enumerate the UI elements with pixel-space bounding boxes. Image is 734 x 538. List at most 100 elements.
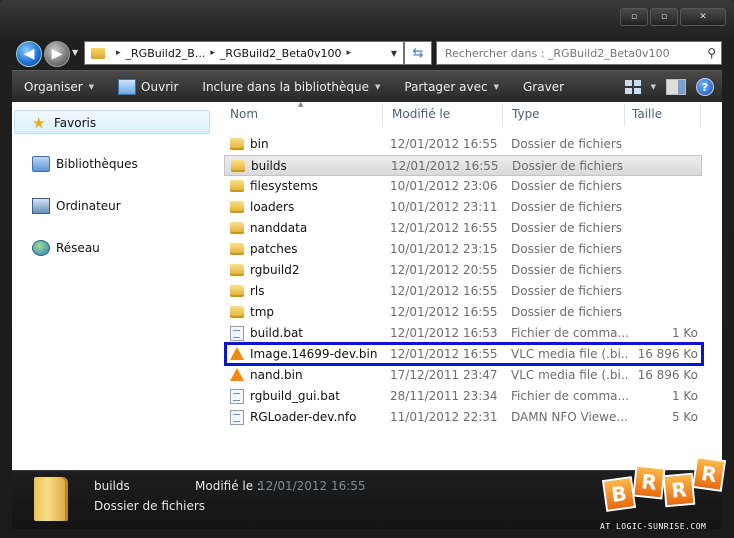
column-divider[interactable] [624, 104, 625, 126]
file-modified: 12/01/2012 16:53 [390, 326, 498, 340]
minimize-button[interactable]: ▫ [620, 8, 648, 26]
star-icon: ★ [32, 114, 46, 132]
file-size: 1 Ko [671, 326, 698, 340]
address-bar[interactable]: ▸ _RGBuild2_B... ▸ _RGBuild2_Beta0v100 ▸… [84, 41, 404, 65]
file-name: rgbuild2 [250, 263, 300, 277]
maximize-button[interactable]: ▫ [650, 8, 678, 26]
file-name: tmp [250, 305, 275, 319]
change-view-icon[interactable] [624, 80, 641, 94]
forward-arrow-icon: ▶ [51, 46, 63, 62]
column-header-name[interactable]: Nom [230, 107, 258, 121]
file-type: Dossier de fichiers [511, 179, 623, 193]
file-modified: 10/01/2012 23:06 [390, 179, 498, 193]
organiser-button[interactable]: Organiser ▼ [12, 71, 106, 103]
file-row[interactable]: RGLoader-dev.nfo 11/01/2012 22:31 DAMN NFO… [224, 407, 702, 428]
open-icon [118, 79, 137, 95]
file-row[interactable]: nand.bin 17/12/2011 23:47 VLC media file (… [224, 365, 702, 386]
column-header-modified[interactable]: Modifié le [392, 107, 450, 121]
file-row[interactable]: loaders 10/01/2012 23:11 Dossier de fichie… [224, 197, 702, 218]
file-name: filesystems [250, 179, 318, 193]
chevron-down-icon: ▼ [374, 83, 381, 91]
sidebar-item-bibliotheques[interactable]: Bibliothèques [32, 156, 138, 172]
folder-icon [34, 477, 68, 521]
folder-icon [230, 243, 244, 255]
folder-icon [230, 264, 244, 276]
ouvrir-label: Ouvrir [141, 80, 179, 94]
command-bar: Organiser ▼ Ouvrir Inclure dans la bibli… [12, 70, 722, 103]
sort-ascending-icon: ▲ [298, 100, 304, 108]
chevron-down-icon: ▼ [88, 83, 95, 91]
explorer-window: ▫ ▫ ✕ ◀ ▶ ▼ ▸ _RGBuild2_B... ▸ _RGBuild2… [0, 0, 734, 538]
column-header-type[interactable]: Type [512, 107, 540, 121]
file-type: VLC media file (.bi... [511, 368, 629, 382]
breadcrumb-separator-icon[interactable]: ▸ [347, 48, 352, 58]
file-name: build.bat [250, 326, 303, 340]
search-icon[interactable]: ⚲ [707, 46, 716, 60]
inclure-button[interactable]: Inclure dans la bibliothèque ▼ [190, 71, 392, 103]
folder-icon [230, 138, 244, 150]
file-row[interactable]: tmp 12/01/2012 16:55 Dossier de fichiers [224, 302, 702, 323]
file-row[interactable]: builds 12/01/2012 16:55 Dossier de fichier… [224, 155, 702, 176]
breadcrumb-item[interactable]: _RGBuild2_B... [126, 47, 206, 60]
partager-button[interactable]: Partager avec ▼ [392, 71, 511, 103]
column-divider[interactable] [502, 104, 503, 126]
details-type: Dossier de fichiers [94, 499, 206, 513]
file-row[interactable]: rgbuild_gui.bat 28/11/2011 23:34 Fichier d… [224, 386, 702, 407]
file-modified: 10/01/2012 23:15 [390, 242, 498, 256]
search-input[interactable] [443, 45, 697, 61]
chevron-down-icon[interactable]: ▼ [651, 83, 656, 91]
refresh-button[interactable]: ⇆ [404, 41, 432, 65]
breadcrumb-item[interactable]: _RGBuild2_Beta0v100 [220, 47, 342, 60]
details-name: builds [94, 479, 130, 493]
file-type: Dossier de fichiers [511, 242, 623, 256]
network-icon [32, 240, 50, 256]
logo-tile: R [662, 472, 696, 508]
file-row[interactable]: rls 12/01/2012 16:55 Dossier de fichiers [224, 281, 702, 302]
file-row[interactable]: filesystems 10/01/2012 23:06 Dossier de fi… [224, 176, 702, 197]
computer-icon [32, 198, 50, 214]
file-type: Dossier de fichiers [511, 284, 623, 298]
sidebar-item-label: Réseau [56, 241, 100, 255]
navigation-pane: ★ Favoris Bibliothèques Ordinateur Résea… [12, 102, 211, 470]
sidebar-item-favoris[interactable]: ★ Favoris [32, 114, 96, 132]
file-type: Dossier de fichiers [511, 200, 623, 214]
file-row[interactable]: patches 10/01/2012 23:15 Dossier de fichie… [224, 239, 702, 260]
file-name: patches [250, 242, 298, 256]
preview-pane-icon[interactable] [666, 79, 686, 95]
file-size: 5 Ko [671, 410, 698, 424]
back-button[interactable]: ◀ [16, 41, 42, 67]
partager-label: Partager avec [404, 80, 488, 94]
nfo-file-icon [230, 410, 244, 425]
file-type: Dossier de fichiers [512, 159, 624, 173]
file-row[interactable]: build.bat 12/01/2012 16:53 Fichier de comm… [224, 323, 702, 344]
column-divider[interactable] [700, 104, 701, 126]
sidebar-item-reseau[interactable]: Réseau [32, 240, 100, 256]
file-name: RGLoader-dev.nfo [250, 410, 357, 424]
file-name: loaders [250, 200, 295, 214]
column-header-size[interactable]: Taille [632, 107, 662, 121]
column-divider[interactable] [382, 104, 383, 126]
breadcrumb-separator-icon[interactable]: ▸ [210, 48, 215, 58]
forward-button[interactable]: ▶ [44, 41, 70, 67]
file-name: rls [250, 284, 265, 298]
breadcrumb-separator-icon[interactable]: ▸ [116, 48, 121, 58]
highlight-annotation-box [224, 342, 704, 366]
close-button[interactable]: ✕ [680, 8, 726, 26]
file-type: Fichier de comma... [511, 326, 629, 340]
graver-button[interactable]: Graver [511, 71, 576, 103]
ouvrir-button[interactable]: Ouvrir [106, 71, 190, 103]
logo-tile: R [691, 456, 727, 492]
recent-pages-dropdown[interactable]: ▼ [72, 48, 78, 57]
folder-icon [91, 47, 105, 59]
file-row[interactable]: nanddata 12/01/2012 16:55 Dossier de fichi… [224, 218, 702, 239]
sidebar-item-ordinateur[interactable]: Ordinateur [32, 198, 121, 214]
help-button[interactable]: ? [696, 78, 714, 96]
address-dropdown-icon[interactable]: ▼ [391, 49, 397, 58]
folder-icon [230, 222, 244, 234]
column-headers: ▲ Nom Modifié le Type Taille [210, 100, 722, 128]
file-row[interactable]: bin 12/01/2012 16:55 Dossier de fichiers [224, 134, 702, 155]
folder-icon [230, 306, 244, 318]
file-size: 1 Ko [671, 389, 698, 403]
file-type: Fichier de comma... [511, 389, 629, 403]
file-row[interactable]: rgbuild2 12/01/2012 20:55 Dossier de fichi… [224, 260, 702, 281]
